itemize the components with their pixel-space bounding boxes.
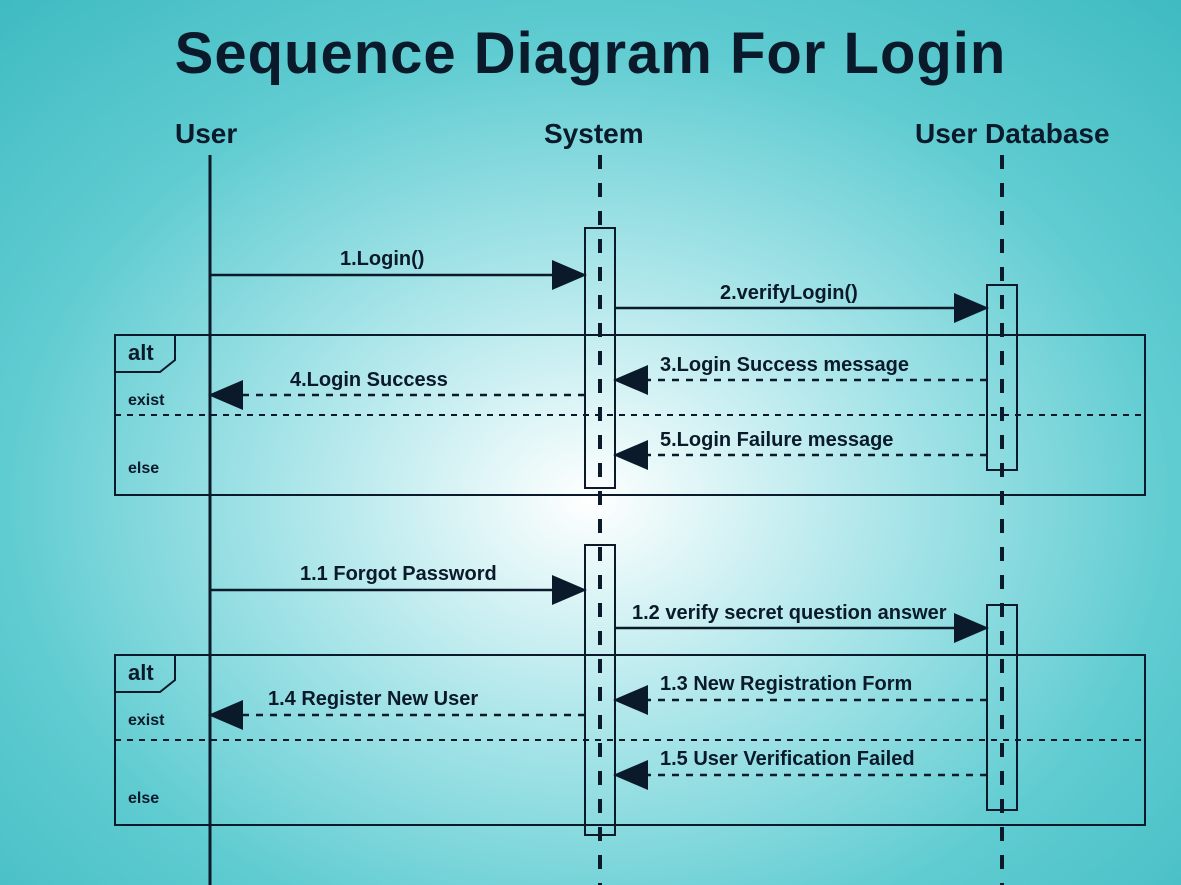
msg-new-registration: 1.3 New Registration Form bbox=[660, 673, 912, 696]
alt1-guard-else: else bbox=[128, 460, 159, 478]
msg-verify-login: 2.verifyLogin() bbox=[720, 282, 858, 305]
alt2-guard-exist: exist bbox=[128, 712, 164, 730]
msg-register-new-user: 1.4 Register New User bbox=[268, 688, 478, 711]
msg-login-failure: 5.Login Failure message bbox=[660, 429, 893, 452]
alt1-guard-exist: exist bbox=[128, 392, 164, 410]
msg-forgot-password: 1.1 Forgot Password bbox=[300, 563, 497, 586]
diagram-canvas bbox=[0, 0, 1181, 885]
msg-verify-secret: 1.2 verify secret question answer bbox=[632, 602, 947, 625]
msg-login-success: 4.Login Success bbox=[290, 369, 448, 392]
alt2-guard-else: else bbox=[128, 790, 159, 808]
msg-login: 1.Login() bbox=[340, 248, 424, 271]
alt1-label: alt bbox=[128, 340, 154, 366]
msg-verification-failed: 1.5 User Verification Failed bbox=[660, 748, 915, 771]
alt2-label: alt bbox=[128, 660, 154, 686]
msg-login-success-msg: 3.Login Success message bbox=[660, 354, 909, 377]
